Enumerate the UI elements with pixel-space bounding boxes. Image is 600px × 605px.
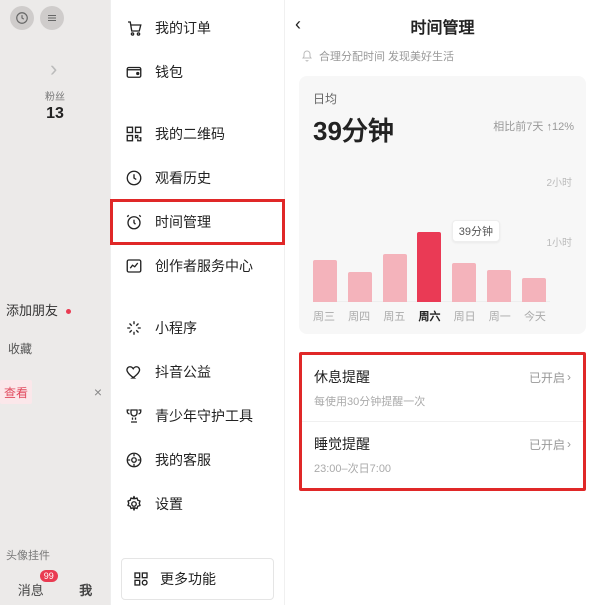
reminder-title: 休息提醒 xyxy=(314,367,370,387)
menu-item-cart[interactable]: 我的订单 xyxy=(111,6,284,50)
menu-item-history[interactable]: 观看历史 xyxy=(111,156,284,200)
spark-icon xyxy=(125,319,143,337)
profile-tabs: 收藏 xyxy=(0,340,110,357)
messages-badge: 99 xyxy=(40,570,58,582)
reminders-section: 休息提醒已开启 ›每使用30分钟提醒一次睡觉提醒已开启 ›23:00–次日7:0… xyxy=(299,352,586,491)
menu-item-label: 钱包 xyxy=(155,62,183,82)
red-dot-icon xyxy=(66,309,71,314)
alarm-icon xyxy=(125,213,143,231)
page-subtitle: 合理分配时间 发现美好生活 xyxy=(319,48,454,64)
gear-icon xyxy=(125,495,143,513)
menu-pill-icon[interactable] xyxy=(40,6,64,30)
chart-x-label: 今天 xyxy=(524,308,546,324)
chevron-right-icon: › xyxy=(50,56,57,82)
chart-bar[interactable] xyxy=(487,270,511,302)
reminder-item[interactable]: 睡觉提醒 已开启 › 23:00–次日7:00 xyxy=(302,421,583,488)
menu-item-gear[interactable]: 设置 xyxy=(111,482,284,526)
add-friend-label: 添加朋友 xyxy=(6,303,58,318)
menu-item-trophy[interactable]: 青少年守护工具 xyxy=(111,394,284,438)
usage-chart: 2小时 1小时 39分钟 周三周四周五周六周日周一今天 xyxy=(313,174,572,324)
view-button[interactable]: 查看 xyxy=(0,380,32,404)
profile-panel: › 粉丝 13 添加朋友 收藏 查看 × 头像挂件 消息 99 我 xyxy=(0,0,110,605)
fans-count[interactable]: 13 xyxy=(0,105,110,123)
y-mark-2h: 2小时 xyxy=(546,174,572,189)
menu-item-label: 小程序 xyxy=(155,318,197,338)
menu-item-label: 抖音公益 xyxy=(155,362,211,382)
menu-item-label: 我的客服 xyxy=(155,450,211,470)
close-icon[interactable]: × xyxy=(94,384,102,400)
bottom-tab-messages[interactable]: 消息 99 xyxy=(18,580,44,599)
chart-bar[interactable] xyxy=(383,254,407,302)
more-functions-button[interactable]: 更多功能 xyxy=(121,558,274,600)
reminder-desc: 每使用30分钟提醒一次 xyxy=(314,393,571,409)
chevron-right-icon: › xyxy=(567,370,571,384)
menu-item-label: 我的订单 xyxy=(155,18,211,38)
menu-item-wallet[interactable]: 钱包 xyxy=(111,50,284,94)
time-management-page: ‹ 时间管理 合理分配时间 发现美好生活 日均 39分钟 相比前7天 ↑12% … xyxy=(285,0,600,605)
history-icon xyxy=(125,169,143,187)
qr-icon xyxy=(125,125,143,143)
avatar-pendant-label[interactable]: 头像挂件 xyxy=(6,547,50,563)
menu-item-label: 观看历史 xyxy=(155,168,211,188)
menu-item-qr[interactable]: 我的二维码 xyxy=(111,112,284,156)
wallet-icon xyxy=(125,63,143,81)
menu-item-label: 时间管理 xyxy=(155,212,211,232)
fans-label: 粉丝 xyxy=(0,88,110,103)
reminder-item[interactable]: 休息提醒 已开启 › 每使用30分钟提醒一次 xyxy=(302,355,583,421)
clock-pill-icon[interactable] xyxy=(10,6,34,30)
menu-item-label: 创作者服务中心 xyxy=(155,256,253,276)
menu-item-spark[interactable]: 小程序 xyxy=(111,306,284,350)
chart-bar[interactable] xyxy=(522,278,546,302)
chart-x-label: 周三 xyxy=(313,308,335,324)
chart-x-label: 周日 xyxy=(454,308,476,324)
chart-bar[interactable] xyxy=(452,263,476,302)
menu-item-label: 设置 xyxy=(155,494,183,514)
reminder-title: 睡觉提醒 xyxy=(314,434,370,454)
chart-icon xyxy=(125,257,143,275)
more-functions-label: 更多功能 xyxy=(160,569,216,589)
reminder-desc: 23:00–次日7:00 xyxy=(314,460,571,476)
drawer-menu: 我的订单钱包我的二维码观看历史时间管理创作者服务中心小程序抖音公益青少年守护工具… xyxy=(110,0,285,605)
bottom-tab-me[interactable]: 我 xyxy=(79,580,92,599)
chart-x-label: 周六 xyxy=(418,308,440,324)
y-mark-1h: 1小时 xyxy=(546,234,572,249)
bell-icon xyxy=(301,50,313,62)
menu-item-chart[interactable]: 创作者服务中心 xyxy=(111,244,284,288)
chart-bar[interactable] xyxy=(417,232,441,302)
reminder-status: 已开启 › xyxy=(529,436,571,453)
support-icon xyxy=(125,451,143,469)
tab-collect[interactable]: 收藏 xyxy=(8,342,32,356)
chart-bar[interactable] xyxy=(348,272,372,302)
page-title: 时间管理 xyxy=(299,14,586,38)
delta-text: 相比前7天 ↑12% xyxy=(493,118,574,134)
chart-x-label: 周一 xyxy=(489,308,511,324)
menu-item-heart[interactable]: 抖音公益 xyxy=(111,350,284,394)
chart-x-label: 周四 xyxy=(348,308,370,324)
trophy-icon xyxy=(125,407,143,425)
menu-item-alarm[interactable]: 时间管理 xyxy=(111,200,284,244)
add-friend-row[interactable]: 添加朋友 xyxy=(0,300,110,319)
heart-icon xyxy=(125,363,143,381)
menu-item-support[interactable]: 我的客服 xyxy=(111,438,284,482)
menu-item-label: 青少年守护工具 xyxy=(155,406,253,426)
back-chevron-icon[interactable]: ‹ xyxy=(295,14,301,35)
usage-card: 日均 39分钟 相比前7天 ↑12% 2小时 1小时 39分钟 周三周四周五周六… xyxy=(299,76,586,334)
avg-label: 日均 xyxy=(313,90,572,107)
messages-label: 消息 xyxy=(18,583,44,598)
chart-x-label: 周五 xyxy=(383,308,405,324)
chevron-right-icon: › xyxy=(567,437,571,451)
cart-icon xyxy=(125,19,143,37)
grid-icon xyxy=(132,570,150,588)
reminder-status: 已开启 › xyxy=(529,369,571,386)
chart-bar[interactable] xyxy=(313,260,337,302)
menu-item-label: 我的二维码 xyxy=(155,124,225,144)
